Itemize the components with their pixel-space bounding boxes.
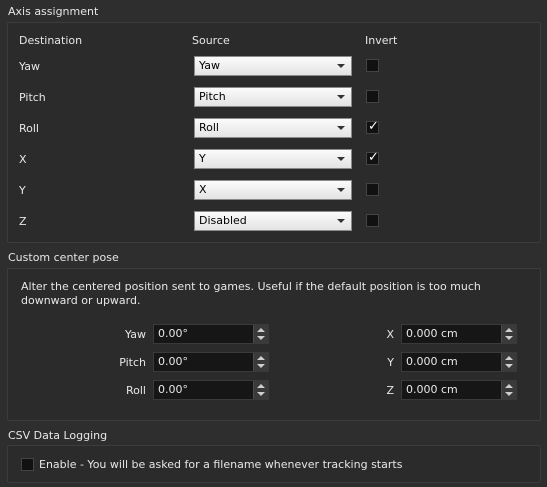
- source-y-combo[interactable]: X: [194, 180, 352, 200]
- destination-y-label: Y: [19, 184, 26, 197]
- source-z-combo[interactable]: Disabled: [194, 211, 352, 231]
- spin-arrows-icon[interactable]: [501, 381, 516, 399]
- source-roll-value: Roll: [199, 121, 219, 134]
- destination-header: Destination: [19, 34, 83, 47]
- chevron-down-icon: [337, 188, 345, 192]
- csv-enable-label[interactable]: Enable - You will be asked for a filenam…: [39, 458, 402, 471]
- spin-arrows-icon[interactable]: [253, 381, 268, 399]
- destination-z-label: Z: [19, 215, 27, 228]
- source-yaw-combo[interactable]: Yaw: [194, 56, 352, 76]
- csv-logging-title: CSV Data Logging: [8, 429, 108, 442]
- invert-y-checkbox[interactable]: [366, 183, 379, 196]
- csv-logging-group: Enable - You will be asked for a filenam…: [7, 445, 541, 483]
- source-x-combo[interactable]: Y: [194, 149, 352, 169]
- chevron-down-icon: [337, 219, 345, 223]
- center-y-label: Y: [387, 356, 394, 369]
- center-y-value: 0.000 cm: [406, 355, 458, 368]
- chevron-down-icon: [337, 126, 345, 130]
- source-y-value: X: [199, 183, 207, 196]
- center-pitch-spinbox[interactable]: 0.00°: [153, 352, 269, 372]
- source-yaw-value: Yaw: [199, 59, 220, 72]
- source-z-value: Disabled: [199, 214, 247, 227]
- chevron-down-icon: [337, 95, 345, 99]
- custom-center-pose-group: Alter the centered position sent to game…: [7, 268, 541, 421]
- chevron-down-icon: [337, 64, 345, 68]
- invert-x-checkbox[interactable]: ✓: [366, 150, 379, 165]
- center-pitch-value: 0.00°: [158, 355, 188, 368]
- invert-pitch-checkbox[interactable]: [366, 90, 379, 103]
- check-icon: ✓: [368, 150, 379, 165]
- spin-arrows-icon[interactable]: [501, 353, 516, 371]
- center-pose-description: Alter the centered position sent to game…: [21, 280, 481, 307]
- center-z-label: Z: [386, 384, 394, 397]
- check-icon: ✓: [368, 119, 379, 134]
- invert-z-checkbox[interactable]: [366, 214, 379, 227]
- source-roll-combo[interactable]: Roll: [194, 118, 352, 138]
- center-roll-label: Roll: [126, 384, 146, 397]
- destination-x-label: X: [19, 153, 27, 166]
- custom-center-pose-title: Custom center pose: [8, 251, 119, 264]
- axis-assignment-title: Axis assignment: [8, 5, 99, 18]
- source-pitch-value: Pitch: [199, 90, 226, 103]
- spin-arrows-icon[interactable]: [253, 325, 268, 343]
- center-y-spinbox[interactable]: 0.000 cm: [401, 352, 517, 372]
- destination-yaw-label: Yaw: [19, 60, 40, 73]
- center-yaw-label: Yaw: [125, 328, 146, 341]
- center-x-spinbox[interactable]: 0.000 cm: [401, 324, 517, 344]
- center-pitch-label: Pitch: [119, 356, 146, 369]
- invert-yaw-checkbox[interactable]: [366, 59, 379, 72]
- spin-arrows-icon[interactable]: [253, 353, 268, 371]
- center-x-label: X: [386, 328, 394, 341]
- center-x-value: 0.000 cm: [406, 327, 458, 340]
- spin-arrows-icon[interactable]: [501, 325, 516, 343]
- invert-roll-checkbox[interactable]: ✓: [366, 119, 379, 134]
- chevron-down-icon: [337, 157, 345, 161]
- center-yaw-spinbox[interactable]: 0.00°: [153, 324, 269, 344]
- source-x-value: Y: [199, 152, 206, 165]
- source-header: Source: [192, 34, 230, 47]
- invert-header: Invert: [365, 34, 398, 47]
- axis-assignment-group: Destination Source Invert Yaw Yaw Pitch …: [7, 22, 541, 243]
- center-roll-value: 0.00°: [158, 383, 188, 396]
- center-roll-spinbox[interactable]: 0.00°: [153, 380, 269, 400]
- csv-enable-checkbox[interactable]: [21, 458, 34, 471]
- center-z-spinbox[interactable]: 0.000 cm: [401, 380, 517, 400]
- destination-pitch-label: Pitch: [19, 91, 46, 104]
- destination-roll-label: Roll: [19, 122, 39, 135]
- center-z-value: 0.000 cm: [406, 383, 458, 396]
- center-yaw-value: 0.00°: [158, 327, 188, 340]
- source-pitch-combo[interactable]: Pitch: [194, 87, 352, 107]
